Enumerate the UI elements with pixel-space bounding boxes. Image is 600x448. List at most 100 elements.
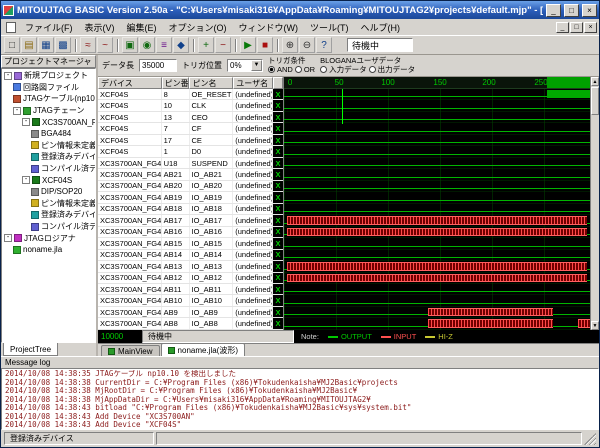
- add-device-icon[interactable]: +: [198, 37, 214, 53]
- menu-item-1[interactable]: 表示(V): [79, 19, 121, 36]
- jtag-scan-icon[interactable]: ▣: [122, 37, 138, 53]
- tree-item-14[interactable]: -JTAGロジアナ: [2, 232, 95, 244]
- wave-row-11[interactable]: [284, 215, 590, 226]
- wave-row-7[interactable]: [284, 169, 590, 180]
- cable-detect-icon[interactable]: ~: [97, 37, 113, 53]
- cable-setting-icon[interactable]: ≈: [80, 37, 96, 53]
- waveform-vertical-scrollbar[interactable]: ▲ ▼: [590, 77, 599, 330]
- waveform-rows[interactable]: [284, 89, 590, 330]
- or-radio[interactable]: [295, 66, 302, 73]
- maximize-button[interactable]: □: [564, 4, 579, 17]
- wave-row-9[interactable]: [284, 192, 590, 203]
- table-row-11[interactable]: XC3S700AN_FG484AB17IO_AB17(undefined)X: [98, 215, 283, 226]
- bsdl-icon[interactable]: ◆: [173, 37, 189, 53]
- table-row-17[interactable]: XC3S700AN_FG484AB11IO_AB11(undefined)X: [98, 284, 283, 295]
- menu-item-6[interactable]: ヘルプ(H): [355, 19, 407, 36]
- wave-row-8[interactable]: [284, 181, 590, 192]
- wave-row-4[interactable]: [284, 135, 590, 146]
- trigger-position-select[interactable]: 0% ▼: [227, 59, 263, 72]
- tree-item-6[interactable]: ピン情報未定義: [2, 140, 95, 152]
- help-icon[interactable]: ?: [316, 37, 332, 53]
- wave-row-14[interactable]: [284, 250, 590, 261]
- tree-expander-icon[interactable]: -: [4, 234, 12, 242]
- menu-item-3[interactable]: オプション(O): [163, 19, 233, 36]
- zoom-out-icon[interactable]: ⊖: [299, 37, 315, 53]
- message-log[interactable]: 2014/10/08 14:38:35 JTAGケーブル np10.10 を検出…: [1, 368, 599, 430]
- tree-item-7[interactable]: 登録済みデバイス: [2, 151, 95, 163]
- scroll-up-icon[interactable]: ▲: [591, 77, 599, 86]
- header-pin-number[interactable]: ピン番号: [162, 77, 190, 89]
- tree-item-10[interactable]: DIP/SOP20: [2, 186, 95, 198]
- wave-row-3[interactable]: [284, 123, 590, 134]
- view-tab-1[interactable]: noname.jla(波形): [161, 343, 245, 356]
- mdi-restore-button[interactable]: □: [570, 22, 583, 33]
- tab-project-tree[interactable]: ProjectTree: [3, 343, 58, 356]
- scroll-thumb[interactable]: [591, 87, 599, 115]
- header-user-name[interactable]: ユーザ名: [233, 77, 273, 89]
- mdi-minimize-button[interactable]: _: [556, 22, 569, 33]
- and-radio[interactable]: [268, 66, 275, 73]
- wave-row-5[interactable]: [284, 146, 590, 157]
- wave-row-10[interactable]: [284, 204, 590, 215]
- tree-item-5[interactable]: BGA484: [2, 128, 95, 140]
- wave-row-18[interactable]: [284, 295, 590, 306]
- table-row-6[interactable]: XC3S700AN_FG484U18SUSPEND(undefined)X: [98, 158, 283, 169]
- tree-expander-icon[interactable]: -: [13, 107, 21, 115]
- menu-item-5[interactable]: ツール(T): [304, 19, 355, 36]
- logic-analyzer-icon[interactable]: ≡: [156, 37, 172, 53]
- wave-row-20[interactable]: [284, 318, 590, 329]
- table-row-13[interactable]: XC3S700AN_FG484AB15IO_AB15(undefined)X: [98, 238, 283, 249]
- table-row-16[interactable]: XC3S700AN_FG484AB12IO_AB12(undefined)X: [98, 273, 283, 284]
- tree-item-3[interactable]: -JTAGチェーン: [2, 105, 95, 117]
- tree-expander-icon[interactable]: -: [22, 176, 30, 184]
- minimize-button[interactable]: _: [546, 4, 561, 17]
- tree-item-13[interactable]: コンパイル済デバイス: [2, 221, 95, 233]
- resize-grip-icon[interactable]: [584, 433, 596, 445]
- table-row-7[interactable]: XC3S700AN_FG484AB21IO_AB21(undefined)X: [98, 169, 283, 180]
- dropdown-arrow-icon[interactable]: ▼: [251, 60, 262, 71]
- table-row-0[interactable]: XCF04S8OE_RESET(undefined)X: [98, 89, 283, 100]
- table-row-9[interactable]: XC3S700AN_FG484AB19IO_AB19(undefined)X: [98, 192, 283, 203]
- tree-expander-icon[interactable]: -: [22, 118, 30, 126]
- wave-row-16[interactable]: [284, 273, 590, 284]
- tree-item-2[interactable]: JTAGケーブル(np10.10): [2, 93, 95, 105]
- run-icon[interactable]: ▶: [240, 37, 256, 53]
- table-row-18[interactable]: XC3S700AN_FG484AB10IO_AB10(undefined)X: [98, 295, 283, 306]
- table-row-10[interactable]: XC3S700AN_FG484AB18IO_AB18(undefined)X: [98, 204, 283, 215]
- view-tab-0[interactable]: MainView: [101, 345, 160, 356]
- wave-row-2[interactable]: [284, 112, 590, 123]
- table-row-4[interactable]: XCF04S17CE(undefined)X: [98, 135, 283, 146]
- table-row-12[interactable]: XC3S700AN_FG484AB16IO_AB16(undefined)X: [98, 227, 283, 238]
- zoom-in-icon[interactable]: ⊕: [282, 37, 298, 53]
- table-row-14[interactable]: XC3S700AN_FG484AB14IO_AB14(undefined)X: [98, 250, 283, 261]
- scroll-track[interactable]: [591, 116, 599, 321]
- tree-item-11[interactable]: ピン情報未定義: [2, 198, 95, 210]
- mdi-close-button[interactable]: ×: [584, 22, 597, 33]
- menu-item-2[interactable]: 編集(E): [121, 19, 163, 36]
- wave-row-19[interactable]: [284, 307, 590, 318]
- wave-row-17[interactable]: [284, 284, 590, 295]
- tree-item-8[interactable]: コンパイル済デバイス: [2, 163, 95, 175]
- tree-item-9[interactable]: -XCF04S: [2, 174, 95, 186]
- wave-row-13[interactable]: [284, 238, 590, 249]
- tree-item-4[interactable]: -XC3S700AN_FG484: [2, 116, 95, 128]
- menu-item-4[interactable]: ウィンドウ(W): [233, 19, 305, 36]
- wave-row-1[interactable]: [284, 100, 590, 111]
- tree-expander-icon[interactable]: -: [4, 72, 12, 80]
- boundary-scan-icon[interactable]: ◉: [139, 37, 155, 53]
- new-project-icon[interactable]: □: [4, 37, 20, 53]
- table-row-15[interactable]: XC3S700AN_FG484AB13IO_AB13(undefined)X: [98, 261, 283, 272]
- remove-device-icon[interactable]: −: [215, 37, 231, 53]
- wave-row-6[interactable]: [284, 158, 590, 169]
- menu-item-0[interactable]: ファイル(F): [19, 19, 79, 36]
- wave-row-0[interactable]: [284, 89, 590, 100]
- tree-item-1[interactable]: 回路図ファイル: [2, 82, 95, 94]
- open-project-icon[interactable]: ▤: [21, 37, 37, 53]
- tree-item-15[interactable]: noname.jla: [2, 244, 95, 256]
- table-row-5[interactable]: XCF04S1D0(undefined)X: [98, 146, 283, 157]
- header-pin-name[interactable]: ピン名: [189, 77, 233, 89]
- output-data-radio[interactable]: [369, 66, 376, 73]
- wave-row-15[interactable]: [284, 261, 590, 272]
- save-project-icon[interactable]: ▦: [38, 37, 54, 53]
- wave-row-12[interactable]: [284, 227, 590, 238]
